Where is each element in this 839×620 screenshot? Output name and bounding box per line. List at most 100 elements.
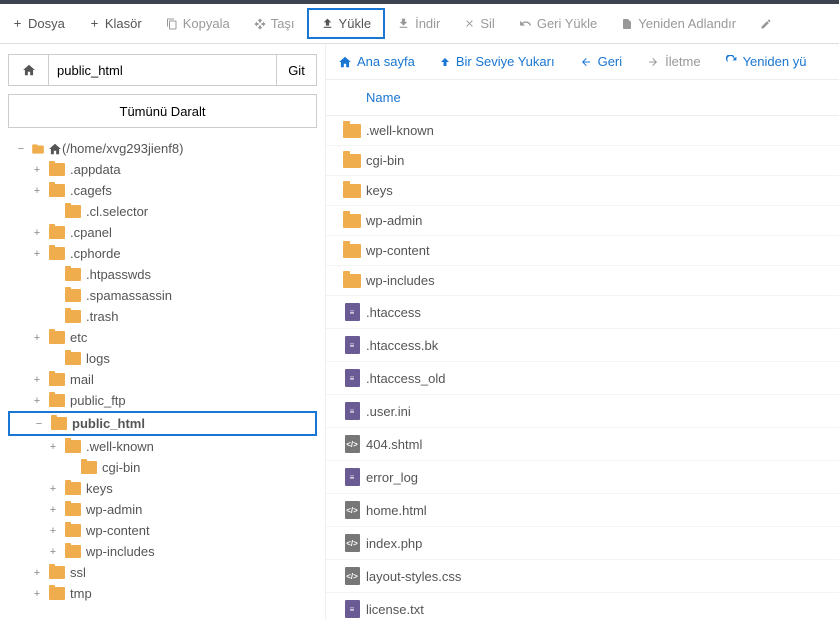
file-row[interactable]: wp-content [326,236,839,266]
tree-toggle-icon[interactable]: + [46,483,60,495]
path-input[interactable] [48,54,277,86]
tree-toggle-icon[interactable]: + [46,546,60,558]
tree-toggle-icon[interactable]: + [30,227,44,239]
column-name[interactable]: Name [366,90,401,105]
folder-open-icon [30,142,46,156]
file-row[interactable]: wp-admin [326,206,839,236]
folder-icon [343,274,361,288]
tree-toggle-icon[interactable]: − [14,143,28,155]
folder-icon [49,247,65,260]
tree-node-cphorde[interactable]: +.cphorde [8,243,317,264]
tree-toggle-icon[interactable]: + [30,185,44,197]
content-pane: Ana sayfaBir Seviye YukarıGeriİletmeYeni… [325,44,839,620]
file-row[interactable]: ≡.user.ini [326,395,839,428]
tree-node-keys[interactable]: +keys [8,478,317,499]
tree-node-publichtml[interactable]: − public_html [8,411,317,436]
content-nav: Ana sayfaBir Seviye YukarıGeriİletmeYeni… [326,44,839,80]
nav-ana-sayfa-button[interactable]: Ana sayfa [338,54,415,69]
tree-label: .cagefs [70,183,112,198]
tree-toggle-icon[interactable]: + [30,374,44,386]
tree-node-etc[interactable]: +etc [8,327,317,348]
tree-node-cagefs[interactable]: + .cagefs [8,180,317,201]
toolbar-label: Klasör [105,16,142,31]
tree-toggle-icon[interactable]: + [30,332,44,344]
tree-node-wpadmin[interactable]: +wp-admin [8,499,317,520]
file-name: index.php [366,536,839,551]
collapse-all-button[interactable]: Tümünü Daralt [8,94,317,128]
file-name: license.txt [366,602,839,617]
tree-node-mail[interactable]: +mail [8,369,317,390]
folder-icon [343,184,361,198]
file-icon-cell: ≡ [338,303,366,321]
toolbar-label: Dosya [28,16,65,31]
file-row[interactable]: ≡error_log [326,461,839,494]
tree-node-cgibin[interactable]: cgi-bin [8,457,317,478]
tree-toggle-icon[interactable]: + [46,525,60,537]
file-icon: ≡ [345,336,360,354]
tree-node-ssl[interactable]: +ssl [8,562,317,583]
file-icon-cell [338,184,366,198]
main-toolbar: DosyaKlasörKopyalaTaşıYükleİndirSilGeri … [0,4,839,44]
file-name: .htaccess [366,305,839,320]
move-icon [254,18,266,30]
toolbar-klasör-button[interactable]: Klasör [77,8,154,39]
tree-toggle-icon[interactable]: + [30,248,44,260]
toolbar-dosya-button[interactable]: Dosya [0,8,77,39]
file-row[interactable]: .well-known [326,116,839,146]
tree-node-cpanel[interactable]: +.cpanel [8,222,317,243]
file-row[interactable]: wp-includes [326,266,839,296]
home-icon [22,63,36,77]
tree-node-wellknown[interactable]: +.well-known [8,436,317,457]
file-icon: ≡ [345,600,360,618]
nav-yeniden-yü-button[interactable]: Yeniden yü [725,54,807,69]
nav-geri-button[interactable]: Geri [579,54,623,69]
file-row[interactable]: </>layout-styles.css [326,560,839,593]
file-row[interactable]: cgi-bin [326,146,839,176]
tree-node-homexvg293jienf8[interactable]: −(/home/xvg293jienf8) [8,138,317,159]
tree-node-spamassassin[interactable]: .spamassassin [8,285,317,306]
file-icon: ≡ [345,468,360,486]
file-row[interactable]: </>404.shtml [326,428,839,461]
file-icon-cell: ≡ [338,369,366,387]
tree-node-trash[interactable]: .trash [8,306,317,327]
file-row[interactable]: </>index.php [326,527,839,560]
tree-node-appdata[interactable]: +.appdata [8,159,317,180]
tree-toggle-icon[interactable]: + [30,567,44,579]
tree-node-publicftp[interactable]: +public_ftp [8,390,317,411]
file-list: .well-knowncgi-binkeyswp-adminwp-content… [326,116,839,620]
file-list-header[interactable]: Name [326,80,839,116]
tree-toggle-icon[interactable]: + [30,395,44,407]
tree-node-wpincludes[interactable]: +wp-includes [8,541,317,562]
file-row[interactable]: ≡.htaccess [326,296,839,329]
home-button[interactable] [8,54,48,86]
toolbar-edit-button [748,8,789,39]
tree-label: public_html [72,416,145,431]
toolbar-yükle-button[interactable]: Yükle [307,8,386,39]
file-row[interactable]: ≡.htaccess.bk [326,329,839,362]
toolbar-label: Sil [480,16,494,31]
file-row[interactable]: </>home.html [326,494,839,527]
file-row[interactable]: keys [326,176,839,206]
tree-toggle-icon[interactable]: + [30,164,44,176]
file-row[interactable]: ≡.htaccess_old [326,362,839,395]
file-icon-cell [338,244,366,258]
forward-icon [646,56,660,68]
code-file-icon: </> [345,435,360,453]
file-icon-cell: ≡ [338,600,366,618]
folder-icon [65,503,81,516]
tree-toggle-icon[interactable]: + [46,504,60,516]
main-area: Git Tümünü Daralt −(/home/xvg293jienf8)+… [0,44,839,620]
nav-bir-seviye-yukarı-button[interactable]: Bir Seviye Yukarı [439,54,555,69]
tree-node-wpcontent[interactable]: +wp-content [8,520,317,541]
tree-toggle-icon[interactable]: + [46,441,60,453]
tree-node-htpasswds[interactable]: .htpasswds [8,264,317,285]
tree-node-clselector[interactable]: .cl.selector [8,201,317,222]
tree-node-logs[interactable]: logs [8,348,317,369]
folder-icon [49,331,65,344]
tree-toggle-icon[interactable]: + [30,588,44,600]
folder-icon [49,587,65,600]
tree-label: .trash [86,309,119,324]
tree-node-tmp[interactable]: +tmp [8,583,317,604]
tree-toggle-icon[interactable]: − [32,418,46,430]
go-button[interactable]: Git [277,54,317,86]
